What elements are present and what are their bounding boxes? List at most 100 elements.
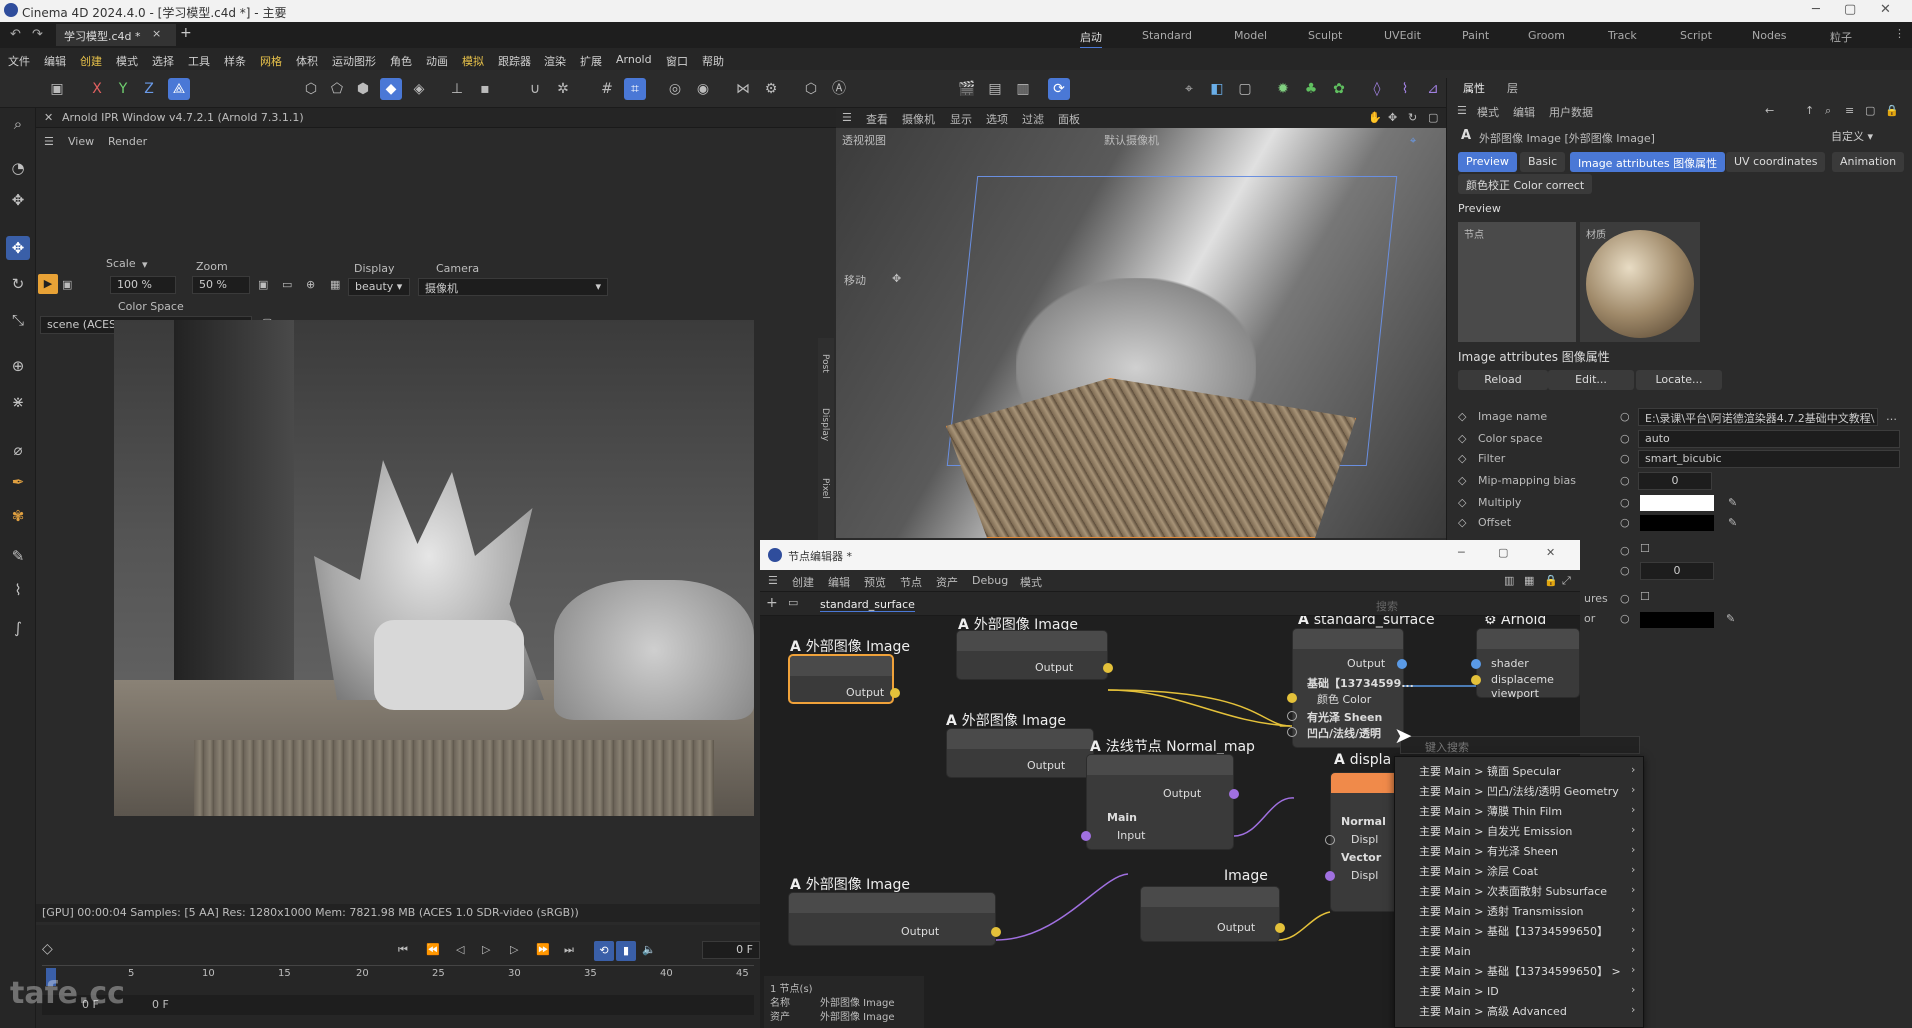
node-img1[interactable]: Output bbox=[788, 654, 900, 704]
ctx-item-base[interactable]: 主要 Main > 基础【13734599650】 bbox=[1419, 923, 1608, 939]
menu-extensions[interactable]: 扩展 bbox=[580, 53, 602, 69]
ne-menu-create[interactable]: 创建 bbox=[792, 574, 814, 590]
extra-checkbox-1[interactable]: ☐ bbox=[1640, 542, 1650, 555]
node-normal-input-port[interactable] bbox=[1081, 831, 1091, 841]
ne-menu-preview[interactable]: 预览 bbox=[864, 574, 886, 590]
ctx-item-thin-film[interactable]: 主要 Main > 薄膜 Thin Film bbox=[1419, 803, 1562, 819]
node-surface-output-port[interactable] bbox=[1397, 659, 1407, 669]
ctx-item-specular[interactable]: 主要 Main > 镜面 Specular bbox=[1419, 763, 1561, 779]
extra-checkbox-2[interactable]: ☐ bbox=[1640, 590, 1650, 603]
ctx-item-geometry[interactable]: 主要 Main > 凹凸/法线/透明 Geometry bbox=[1419, 783, 1619, 799]
menu-mesh[interactable]: 网格 bbox=[260, 53, 282, 69]
node-displace-disp2-port[interactable] bbox=[1325, 871, 1335, 881]
back-arrow-icon[interactable]: ← bbox=[1765, 104, 1774, 117]
goto-start-icon[interactable]: ⏮ bbox=[398, 943, 408, 957]
snap-settings-icon[interactable]: ✲ bbox=[552, 78, 574, 100]
keyframe-icon[interactable]: ◇ bbox=[42, 941, 53, 957]
model-mode-icon[interactable]: ◆ bbox=[380, 78, 402, 100]
arnold-icon[interactable]: Ⓐ bbox=[828, 78, 850, 100]
menu-spline[interactable]: 样条 bbox=[224, 53, 246, 69]
extra-radio-3[interactable]: ○ bbox=[1620, 592, 1630, 605]
more-icon[interactable]: ⋮ bbox=[1894, 27, 1905, 40]
axis-x-icon[interactable]: X bbox=[86, 78, 108, 100]
camera-select[interactable]: 摄像机 ▾ bbox=[418, 278, 608, 296]
menu-create[interactable]: 创建 bbox=[80, 53, 102, 69]
spline-tool-icon[interactable]: ⌇ bbox=[1394, 78, 1416, 100]
node-normal-title[interactable]: A 法线节点 Normal_map bbox=[1090, 736, 1255, 756]
menu-simulate[interactable]: 模拟 bbox=[462, 53, 484, 69]
ctx-item-coat[interactable]: 主要 Main > 涂层 Coat bbox=[1419, 863, 1538, 879]
attr-menu-icon[interactable]: ☰ bbox=[1457, 104, 1467, 117]
locate-button[interactable]: Locate... bbox=[1636, 370, 1722, 390]
ctx-item-sheen[interactable]: 主要 Main > 有光泽 Sheen bbox=[1419, 843, 1558, 859]
viewport-3d[interactable]: 透视视图 默认摄像机 移动 ✥ ⌖ bbox=[836, 128, 1446, 538]
ne-minimize-icon[interactable]: ─ bbox=[1458, 546, 1465, 559]
row-multiply-radio[interactable]: ○ bbox=[1620, 496, 1630, 509]
ne-split-icon[interactable]: ▦ bbox=[1524, 574, 1534, 587]
extra-color-swatch[interactable] bbox=[1640, 612, 1714, 628]
panel-icon[interactable]: ▣ bbox=[46, 78, 68, 100]
current-frame-field[interactable]: 0 F bbox=[702, 941, 760, 959]
node-displace[interactable]: Normal Displ Vector Displ bbox=[1325, 772, 1400, 912]
node-img4-output-port[interactable] bbox=[991, 927, 1001, 937]
node-arnold-displacement-port[interactable] bbox=[1471, 675, 1481, 685]
ipr-menu-icon[interactable]: ☰ bbox=[44, 135, 54, 148]
ne-maximize-icon[interactable]: ▢ bbox=[1498, 546, 1508, 559]
effector-icon[interactable]: ✿ bbox=[1328, 78, 1350, 100]
extra-radio-1[interactable]: ○ bbox=[1620, 544, 1630, 557]
document-tab[interactable]: 学习模型.c4d * × bbox=[56, 24, 176, 46]
scale-field[interactable]: 100 % bbox=[110, 276, 176, 294]
node-img3-title[interactable]: A 外部图像 Image bbox=[946, 710, 1066, 730]
multiply-color-swatch[interactable] bbox=[1640, 495, 1714, 511]
edges-mode-icon[interactable]: ⬠ bbox=[326, 78, 348, 100]
menu-render[interactable]: 渲染 bbox=[544, 53, 566, 69]
preview-material-thumb[interactable]: 材质 bbox=[1580, 222, 1700, 342]
ne-tag-icon[interactable]: ▭ bbox=[788, 596, 798, 609]
texture-mode-icon[interactable]: ◈ bbox=[408, 78, 430, 100]
ipr-icon[interactable]: ⟳ bbox=[1048, 78, 1070, 100]
minimize-icon[interactable]: ─ bbox=[1812, 2, 1820, 17]
viewport-move-icon[interactable]: ✥ bbox=[1388, 111, 1397, 124]
layout-tab-startup[interactable]: 启动 bbox=[1080, 29, 1102, 49]
node-img1-title[interactable]: A 外部图像 Image bbox=[790, 636, 910, 656]
ctx-item-id[interactable]: 主要 Main > ID bbox=[1419, 983, 1499, 999]
row-mip-bias-radio[interactable]: ○ bbox=[1620, 474, 1630, 487]
ne-menu-debug[interactable]: Debug bbox=[972, 574, 1008, 587]
brush-tool-icon[interactable]: ✎ bbox=[6, 544, 30, 568]
node-img2[interactable]: Output bbox=[956, 630, 1113, 680]
attr-menu-userdata[interactable]: 用户数据 bbox=[1549, 104, 1593, 120]
placement-tool-icon[interactable]: ⋇ bbox=[6, 390, 30, 414]
range-bar[interactable]: 0 F 0 F bbox=[42, 995, 754, 1015]
ne-lock-icon[interactable]: 🔒 bbox=[1544, 574, 1558, 587]
viewport-menu-options[interactable]: 选项 bbox=[986, 111, 1008, 127]
layout-tab-particles[interactable]: 粒子 bbox=[1830, 29, 1852, 45]
magnet-icon[interactable]: ∪ bbox=[524, 78, 546, 100]
tab-color-correct[interactable]: 颜色校正 Color correct bbox=[1458, 174, 1593, 194]
menu-volume[interactable]: 体积 bbox=[296, 53, 318, 69]
node-img2-output-port[interactable] bbox=[1103, 663, 1113, 673]
viewport-menu-panel[interactable]: 面板 bbox=[1058, 111, 1080, 127]
solo-icon[interactable]: ◉ bbox=[692, 78, 714, 100]
menu-mograph[interactable]: 运动图形 bbox=[332, 53, 376, 69]
layout-tab-model[interactable]: Model bbox=[1234, 29, 1267, 42]
offset-eyedropper-icon[interactable]: ✎ bbox=[1728, 516, 1737, 529]
render-settings-icon[interactable]: ▥ bbox=[1012, 78, 1034, 100]
region-icon[interactable]: ▣ bbox=[258, 278, 268, 291]
tab-animation[interactable]: Animation bbox=[1832, 152, 1905, 172]
loop-icon[interactable]: ⟲ bbox=[594, 941, 614, 961]
row-color-space-radio[interactable]: ○ bbox=[1620, 432, 1630, 445]
scale-dropdown-icon[interactable]: ▾ bbox=[142, 258, 148, 271]
node-img5-output-port[interactable] bbox=[1275, 923, 1285, 933]
viewport-rotate-icon[interactable]: ↻ bbox=[1408, 111, 1417, 124]
ipr-start-icon[interactable]: ▶ bbox=[38, 274, 58, 294]
menu-edit[interactable]: 编辑 bbox=[44, 53, 66, 69]
node-img4-title[interactable]: A 外部图像 Image bbox=[790, 874, 910, 894]
layout-tab-paint[interactable]: Paint bbox=[1462, 29, 1489, 42]
transform-tool-icon[interactable]: ⊕ bbox=[6, 354, 30, 378]
side-tab-pixel[interactable]: Pixel bbox=[820, 478, 830, 499]
layout-tab-standard[interactable]: Standard bbox=[1142, 29, 1192, 42]
frame-icon[interactable]: ▢ bbox=[1234, 78, 1256, 100]
cloner-icon[interactable]: ♣ bbox=[1300, 78, 1322, 100]
node-arnold-title[interactable]: ⚙ Arnold bbox=[1484, 616, 1546, 628]
node-surface-color-port[interactable] bbox=[1287, 693, 1297, 703]
